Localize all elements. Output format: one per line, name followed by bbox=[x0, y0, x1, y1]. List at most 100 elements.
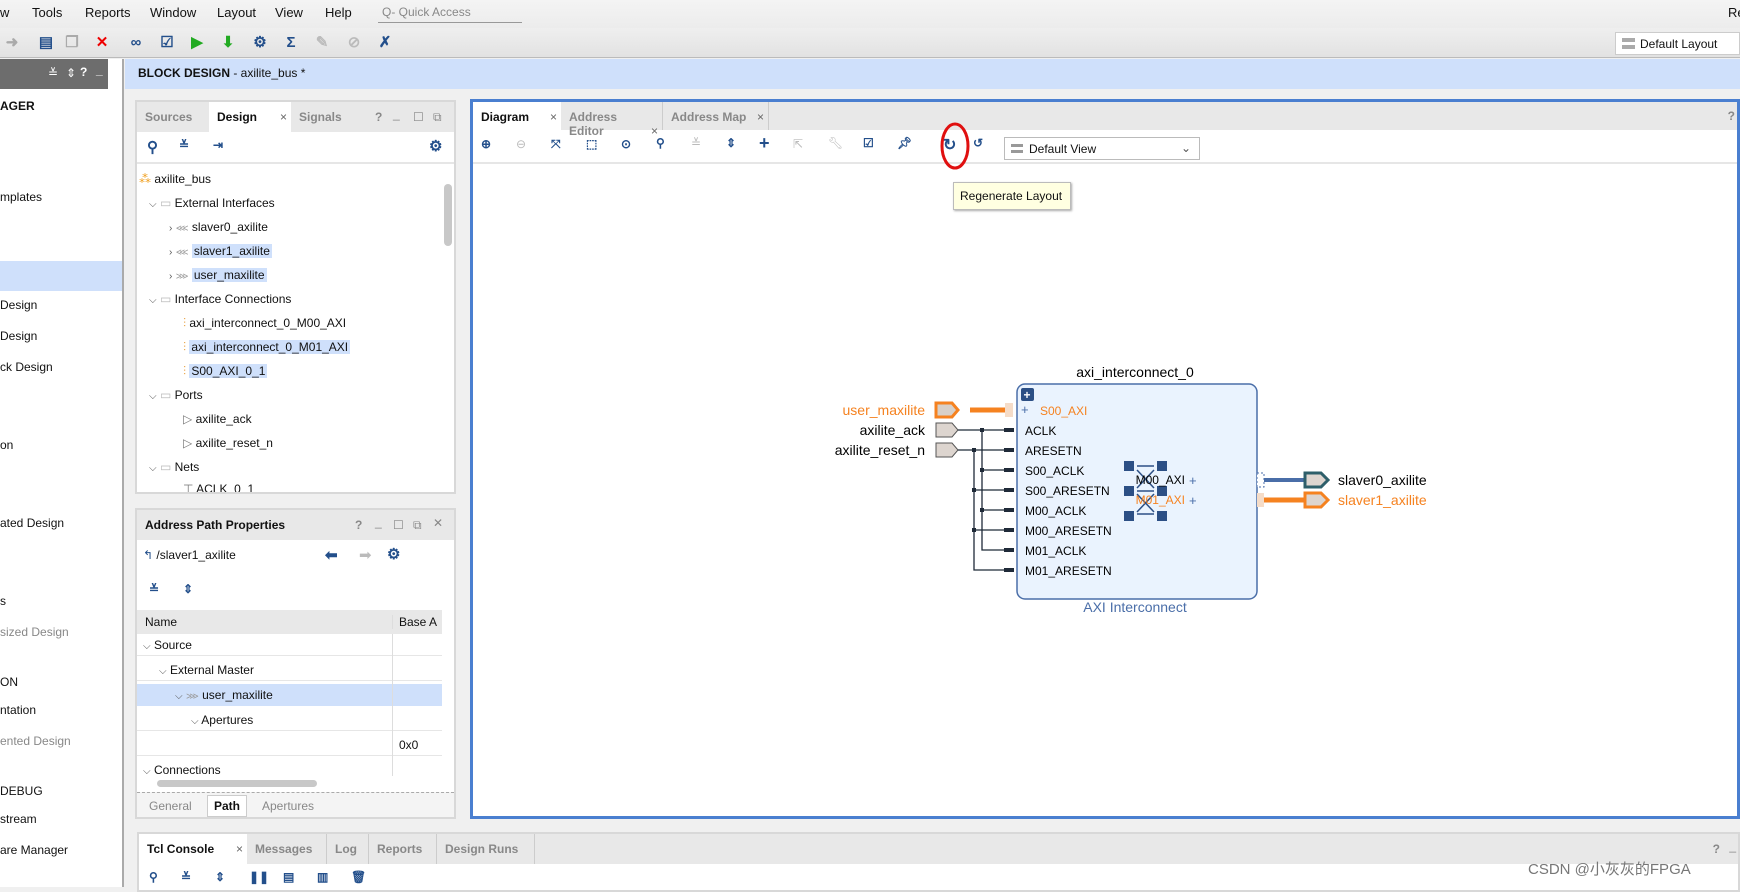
tree-item[interactable]: › ⋙ user_maxilite bbox=[169, 264, 442, 286]
expand-all-icon[interactable]: ⇕ bbox=[726, 136, 736, 150]
sidebar-item-run-implementation[interactable]: ntation bbox=[0, 703, 36, 717]
settings-gear-icon[interactable]: ⚙ bbox=[250, 33, 270, 53]
zoom-fit-icon[interactable]: ⤧ bbox=[551, 137, 561, 152]
menu-reports[interactable]: Reports bbox=[85, 5, 131, 20]
collapse-all-icon[interactable]: ≚ bbox=[149, 582, 159, 596]
tree-folder[interactable]: ⌵ ▭ Ports bbox=[149, 384, 442, 406]
close-icon[interactable]: ✕ bbox=[433, 516, 443, 530]
add-ip-icon[interactable]: + bbox=[759, 133, 770, 154]
float-icon[interactable]: ⧉ bbox=[413, 518, 422, 533]
tab-log[interactable]: Log bbox=[327, 834, 369, 864]
scrollbar-thumb[interactable] bbox=[444, 184, 452, 246]
menu-layout[interactable]: Layout bbox=[217, 5, 256, 20]
back-arrow-icon[interactable]: ⬅ bbox=[325, 546, 338, 564]
help-icon[interactable]: ? bbox=[80, 65, 87, 79]
tree-item[interactable]: ⫶ axi_interconnect_0_M01_AXI bbox=[183, 336, 442, 358]
menu-help[interactable]: Help bbox=[325, 5, 352, 20]
tab-general[interactable]: General bbox=[149, 799, 192, 813]
tab-signals[interactable]: Signals bbox=[291, 102, 355, 132]
document-icon[interactable]: ▤ bbox=[36, 33, 56, 53]
copy-icon[interactable]: ❐ bbox=[62, 33, 82, 53]
tab-address-editor[interactable]: Address Editor × bbox=[561, 102, 663, 138]
chevron-down-icon[interactable]: ⌵ bbox=[149, 391, 157, 402]
layout-selector[interactable]: Default Layout bbox=[1615, 32, 1740, 55]
help-icon[interactable]: ? bbox=[355, 518, 362, 532]
chevron-right-icon[interactable]: › bbox=[169, 247, 172, 258]
tab-diagram[interactable]: Diagram × bbox=[473, 102, 561, 130]
sidebar-item-hardware-manager[interactable]: are Manager bbox=[0, 843, 68, 857]
tree-root[interactable]: ⁂ axilite_bus bbox=[139, 168, 442, 190]
column-name[interactable]: Name bbox=[145, 615, 177, 629]
close-tab-icon[interactable]: × bbox=[550, 110, 557, 124]
program-bitstream-icon[interactable]: ⬇ bbox=[218, 33, 238, 53]
chevron-down-icon[interactable]: ⌵ bbox=[149, 199, 157, 210]
chevron-right-icon[interactable]: › bbox=[169, 271, 172, 282]
settings-gear-icon[interactable]: ⚙ bbox=[387, 545, 400, 563]
table-row[interactable]: ⌵ External Master bbox=[137, 659, 442, 681]
tab-sources[interactable]: Sources bbox=[137, 102, 209, 132]
validate-design-icon[interactable]: ☑ bbox=[863, 136, 874, 150]
sidebar-item-synthesized-design[interactable]: sized Design bbox=[0, 625, 69, 639]
maximize-icon[interactable]: ☐ bbox=[393, 518, 404, 532]
chevron-down-icon[interactable]: ⌵ bbox=[149, 295, 157, 306]
copy-icon[interactable]: ▤ bbox=[283, 870, 294, 884]
sidebar-item-open-design[interactable]: Design bbox=[0, 329, 37, 343]
tab-path[interactable]: Path bbox=[207, 795, 248, 817]
expand-hierarchy-icon[interactable]: ⇥ bbox=[213, 138, 223, 152]
expand-all-icon[interactable]: ⇕ bbox=[183, 582, 193, 596]
forward-arrow-icon[interactable]: ➡ bbox=[359, 546, 372, 564]
sidebar-item-generate-block-design[interactable]: ck Design bbox=[0, 360, 53, 374]
float-icon[interactable]: ⧉ bbox=[433, 110, 442, 125]
tree-item[interactable]: ⊤ ACLK_0_1 bbox=[183, 478, 442, 492]
help-icon[interactable]: ? bbox=[1728, 109, 1735, 123]
debug-icon[interactable]: ✗ bbox=[375, 33, 395, 53]
tab-address-map[interactable]: Address Map × bbox=[663, 102, 769, 130]
quick-access-input[interactable]: Q- Quick Access bbox=[378, 3, 522, 23]
tree-item[interactable]: ⫶ axi_interconnect_0_M00_AXI bbox=[183, 312, 442, 334]
table-row[interactable]: 0x0 bbox=[137, 734, 442, 756]
pause-icon[interactable]: ❚❚ bbox=[249, 870, 269, 884]
run-icon[interactable]: ▶ bbox=[187, 33, 207, 53]
tab-reports[interactable]: Reports bbox=[369, 834, 437, 864]
collapse-all-icon[interactable]: ≚ bbox=[181, 870, 191, 884]
close-tab-icon[interactable]: × bbox=[757, 110, 764, 124]
sidebar-item-templates[interactable]: mplates bbox=[0, 190, 42, 204]
tree-item[interactable]: ▷ axilite_reset_n bbox=[183, 432, 442, 454]
table-row[interactable]: ⌵ Connections bbox=[137, 759, 442, 775]
search-icon[interactable]: ⚲ bbox=[147, 138, 158, 156]
disabled-tool-icon[interactable]: ✎ bbox=[312, 33, 332, 53]
make-external-icon[interactable]: ⇱ bbox=[793, 137, 803, 151]
zoom-in-icon[interactable]: ⊕ bbox=[481, 137, 491, 151]
table-row[interactable]: ⌵ Apertures bbox=[137, 709, 442, 731]
view-dropdown[interactable]: Default View ⌄ bbox=[1004, 137, 1200, 160]
tree-item[interactable]: ⫶ S00_AXI_0_1 bbox=[183, 360, 442, 382]
maximize-icon[interactable]: ☐ bbox=[413, 110, 424, 124]
zoom-out-icon[interactable]: ⊖ bbox=[516, 137, 526, 151]
menu-view[interactable]: View bbox=[275, 5, 303, 20]
collapse-all-icon[interactable]: ≚ bbox=[48, 66, 58, 80]
menu-window[interactable]: Window bbox=[150, 5, 196, 20]
help-icon[interactable]: ? bbox=[1713, 842, 1720, 856]
table-row[interactable]: ⌵ Source bbox=[137, 634, 442, 656]
sidebar-item-implemented-design[interactable]: ented Design bbox=[0, 734, 71, 748]
settings-gear-icon[interactable]: ⚙ bbox=[429, 137, 442, 155]
table-icon[interactable]: ▥ bbox=[317, 870, 328, 884]
zoom-area-icon[interactable]: ⬚ bbox=[586, 137, 597, 151]
minimize-icon[interactable]: _ bbox=[375, 515, 382, 529]
search-icon[interactable]: ⚲ bbox=[656, 136, 665, 150]
column-base-address[interactable]: Base A bbox=[392, 615, 437, 629]
expand-all-icon[interactable]: ⇕ bbox=[215, 870, 225, 884]
collapse-all-icon[interactable]: ≚ bbox=[179, 138, 189, 152]
delete-icon[interactable]: ✕ bbox=[92, 33, 112, 53]
pin-icon[interactable]: 📌︎ bbox=[897, 136, 912, 150]
properties-wrench-icon[interactable]: 🔧︎ bbox=[828, 136, 843, 150]
close-tab-icon[interactable]: × bbox=[236, 842, 243, 856]
sigma-icon[interactable]: Σ bbox=[281, 33, 301, 53]
expand-all-icon[interactable]: ⇕ bbox=[66, 66, 76, 80]
tab-design-runs[interactable]: Design Runs bbox=[437, 834, 535, 864]
minimize-icon[interactable]: _ bbox=[393, 107, 400, 121]
sidebar-item-generate-bitstream[interactable]: stream bbox=[0, 812, 37, 826]
sidebar-item-synthesis[interactable]: s bbox=[0, 594, 6, 608]
find-binoculars-icon[interactable]: ∞ bbox=[126, 33, 146, 53]
tree-item[interactable]: ▷ axilite_ack bbox=[183, 408, 442, 430]
